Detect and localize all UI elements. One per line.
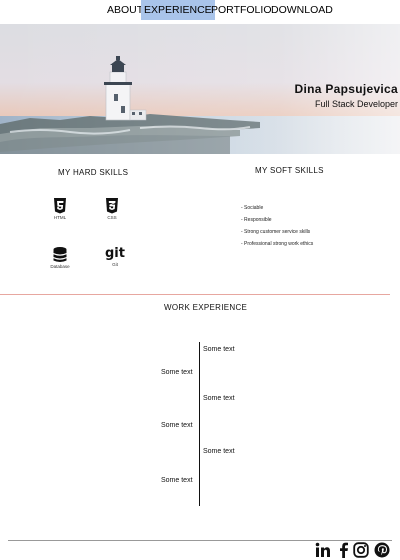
- hero-banner: Dina Papsujevica Full Stack Developer: [0, 24, 400, 154]
- section-divider: [0, 294, 390, 295]
- skill-database-label: Database: [50, 264, 70, 269]
- database-icon: [53, 247, 67, 262]
- list-item: - Professional strong work ethics: [241, 241, 314, 247]
- work-experience-heading: WORK EXPERIENCE: [164, 303, 248, 312]
- top-nav: ABOUT EXPERIENCE PORTFOLIO DOWNLOAD: [0, 0, 400, 20]
- html5-icon: [54, 198, 66, 214]
- skill-html: HTML: [45, 198, 75, 220]
- css3-icon: [106, 198, 118, 214]
- footer-divider: [8, 540, 392, 541]
- timeline-line: [199, 342, 200, 506]
- linkedin-icon[interactable]: [315, 542, 331, 558]
- soft-skills-heading: MY SOFT SKILLS: [255, 166, 324, 175]
- list-item: - Sociable: [241, 205, 264, 211]
- nav-experience[interactable]: EXPERIENCE: [141, 0, 215, 20]
- skill-database: Database: [45, 247, 75, 269]
- git-icon: git: [105, 246, 125, 261]
- instagram-icon[interactable]: [353, 542, 369, 558]
- hero-role: Full Stack Developer: [314, 99, 398, 109]
- skill-css: CSS: [97, 198, 127, 220]
- skill-git-label: Git: [112, 262, 118, 267]
- pinterest-icon[interactable]: [374, 542, 390, 558]
- timeline-entry: Some text: [203, 448, 235, 455]
- skill-css-label: CSS: [107, 215, 117, 220]
- nav-download[interactable]: DOWNLOAD: [268, 0, 336, 20]
- timeline-entry: Some text: [203, 346, 235, 353]
- list-item: - Strong customer service skills: [241, 229, 311, 235]
- timeline-entry: Some text: [161, 477, 193, 484]
- timeline-entry: Some text: [203, 395, 235, 402]
- nav-portfolio[interactable]: PORTFOLIO: [208, 0, 274, 20]
- hero-name: Dina Papsujevica: [294, 82, 398, 96]
- timeline-entry: Some text: [161, 422, 193, 429]
- list-item: - Responsible: [241, 217, 272, 223]
- nav-about[interactable]: ABOUT: [104, 0, 146, 20]
- timeline-entry: Some text: [161, 369, 193, 376]
- skill-git: git Git: [100, 246, 130, 268]
- hard-skills-heading: MY HARD SKILLS: [58, 168, 129, 177]
- soft-skills-list: - Sociable - Responsible - Strong custom…: [241, 202, 313, 250]
- skill-html-label: HTML: [53, 215, 67, 220]
- facebook-icon[interactable]: [336, 542, 352, 558]
